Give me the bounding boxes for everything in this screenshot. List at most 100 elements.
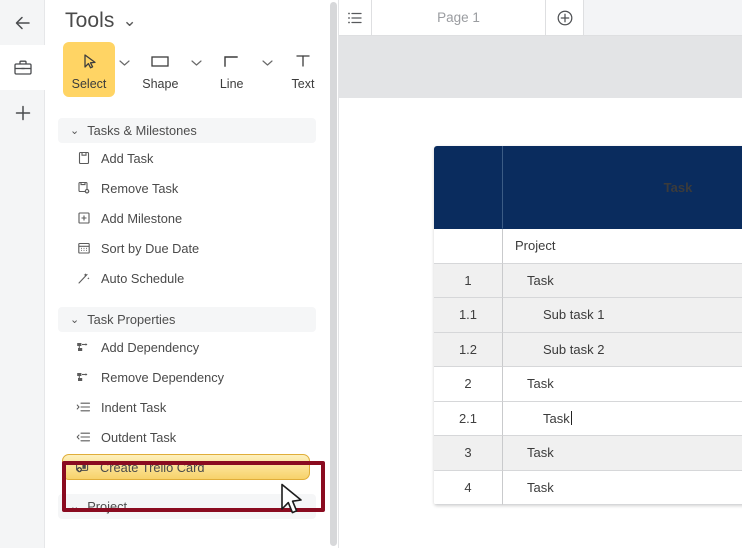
table-row[interactable]: 1.2 Sub task 2 [434, 332, 742, 367]
create-trello-card-icon [75, 460, 90, 475]
cell-task[interactable]: Task [503, 470, 742, 505]
sidebar-item-remove-dependency[interactable]: Remove Dependency [58, 362, 316, 392]
back-arrow-icon[interactable] [0, 0, 45, 45]
cell-task[interactable]: Task [503, 263, 742, 298]
chevron-down-icon: ⌄ [70, 314, 80, 326]
sidebar-item-add-dependency[interactable]: Add Dependency [58, 332, 316, 362]
left-icon-rail [0, 0, 45, 548]
tool-shape-caret[interactable] [186, 42, 205, 97]
table-row[interactable]: 2.1 Task [434, 401, 742, 436]
sidebar-item-sort-by-due-date[interactable]: Sort by Due Date [58, 233, 316, 263]
task-table-body: Project 1 Task 1.1 Sub task 1 1.2 Sub ta… [434, 229, 742, 505]
tool-select-caret[interactable] [115, 42, 134, 97]
sidebar-item-label: Auto Schedule [101, 270, 185, 286]
sidebar-scrollbar[interactable] [329, 0, 338, 548]
tools-panel: Tools ⌄ Select Shape Line Text ⌄ Tasks &… [45, 0, 329, 548]
table-row[interactable]: 3 Task [434, 436, 742, 471]
cell-number[interactable]: 2 [434, 367, 503, 402]
cell-number[interactable]: 1.2 [434, 332, 503, 367]
column-header-task[interactable]: Task [503, 146, 742, 229]
cell-task-editing[interactable]: Task [503, 401, 742, 436]
cell-task[interactable]: Sub task 1 [503, 298, 742, 333]
tool-select[interactable]: Select [63, 42, 116, 97]
sidebar-item-label: Outdent Task [101, 429, 177, 445]
page-tabbar: Page 1 [339, 0, 742, 36]
sidebar-item-indent-task[interactable]: Indent Task [58, 392, 316, 422]
outdent-task-icon [76, 430, 91, 445]
add-task-icon [76, 151, 91, 166]
section-header-tasks-milestones[interactable]: ⌄ Tasks & Milestones [58, 118, 316, 143]
table-row[interactable]: 4 Task [434, 470, 742, 505]
tool-shape-label: Shape [142, 77, 179, 91]
sidebar-item-add-milestone[interactable]: Add Milestone [58, 203, 316, 233]
tools-panel-header[interactable]: Tools ⌄ [45, 0, 329, 42]
task-table-head: Task [434, 146, 742, 229]
section-title: Project [87, 499, 128, 514]
sidebar-item-label: Indent Task [101, 399, 167, 415]
sidebar-item-label: Remove Dependency [101, 369, 225, 385]
cell-task[interactable]: Task [503, 436, 742, 471]
table-row[interactable]: 1.1 Sub task 1 [434, 298, 742, 333]
sidebar-item-remove-task[interactable]: Remove Task [58, 173, 316, 203]
chevron-down-icon[interactable]: ⌄ [123, 11, 137, 31]
add-page-icon[interactable] [546, 0, 584, 35]
auto-schedule-wand-icon [76, 271, 91, 286]
scrollbar-thumb[interactable] [330, 2, 337, 546]
cell-number[interactable]: 1.1 [434, 298, 503, 333]
mouse-cursor [280, 483, 306, 522]
tab-label: Page 1 [437, 10, 480, 25]
sidebar-item-outdent-task[interactable]: Outdent Task [58, 422, 316, 452]
sidebar-item-label: Add Dependency [101, 339, 200, 355]
cursor-arrow-icon [80, 48, 99, 74]
remove-dependency-icon [76, 370, 91, 385]
canvas-area: Page 1 Task Project 1 Task 1.1 Sub task … [338, 0, 742, 548]
sidebar-item-label: Add Task [101, 150, 154, 166]
cell-number[interactable]: 4 [434, 470, 503, 505]
cell-task[interactable]: Task [503, 367, 742, 402]
chevron-down-icon: ⌄ [70, 501, 80, 513]
tab-page-1[interactable]: Page 1 [372, 0, 546, 35]
table-row[interactable]: 1 Task [434, 263, 742, 298]
column-header-number[interactable] [434, 146, 503, 229]
section-header-task-properties[interactable]: ⌄ Task Properties [58, 307, 316, 332]
page-list-icon[interactable] [339, 0, 372, 35]
section-title: Task Properties [87, 312, 176, 327]
add-icon[interactable] [0, 90, 45, 135]
table-row[interactable]: 2 Task [434, 367, 742, 402]
toolbox-icon[interactable] [0, 45, 45, 90]
tool-text[interactable]: Text [277, 42, 329, 97]
cell-number[interactable]: 2.1 [434, 401, 503, 436]
tool-shape[interactable]: Shape [134, 42, 186, 97]
table-header-row: Task [434, 146, 742, 229]
table-row[interactable]: Project [434, 229, 742, 264]
drawing-toolbar: Select Shape Line Text [45, 42, 329, 104]
calendar-sort-icon [76, 241, 91, 256]
add-dependency-icon [76, 340, 91, 355]
cell-number[interactable] [434, 229, 503, 264]
sidebar-item-label: Remove Task [101, 180, 179, 196]
canvas-sheet[interactable]: Task Project 1 Task 1.1 Sub task 1 1.2 S… [339, 98, 742, 548]
sidebar-item-label: Create Trello Card [100, 459, 205, 475]
cell-task[interactable]: Project [503, 229, 742, 264]
indent-task-icon [76, 400, 91, 415]
section-header-project[interactable]: ⌄ Project [58, 494, 316, 519]
cell-task[interactable]: Sub task 2 [503, 332, 742, 367]
remove-task-icon [76, 181, 91, 196]
tool-line-caret[interactable] [258, 42, 277, 97]
cell-number[interactable]: 1 [434, 263, 503, 298]
tool-line-label: Line [219, 77, 244, 91]
tool-line[interactable]: Line [206, 42, 258, 97]
chevron-down-icon: ⌄ [70, 125, 80, 137]
rectangle-icon [149, 48, 171, 74]
sidebar-item-add-task[interactable]: Add Task [58, 143, 316, 173]
sidebar-item-label: Add Milestone [101, 210, 183, 226]
tool-select-label: Select [71, 77, 107, 91]
cell-number[interactable]: 3 [434, 436, 503, 471]
page-title: Tools [65, 9, 115, 32]
text-caret [570, 410, 572, 425]
text-t-icon [293, 48, 313, 74]
app-root: Tools ⌄ Select Shape Line Text ⌄ Tasks &… [0, 0, 742, 548]
tool-text-label: Text [291, 77, 315, 91]
sidebar-item-create-trello-card[interactable]: Create Trello Card [62, 454, 310, 480]
sidebar-item-auto-schedule[interactable]: Auto Schedule [58, 263, 316, 293]
